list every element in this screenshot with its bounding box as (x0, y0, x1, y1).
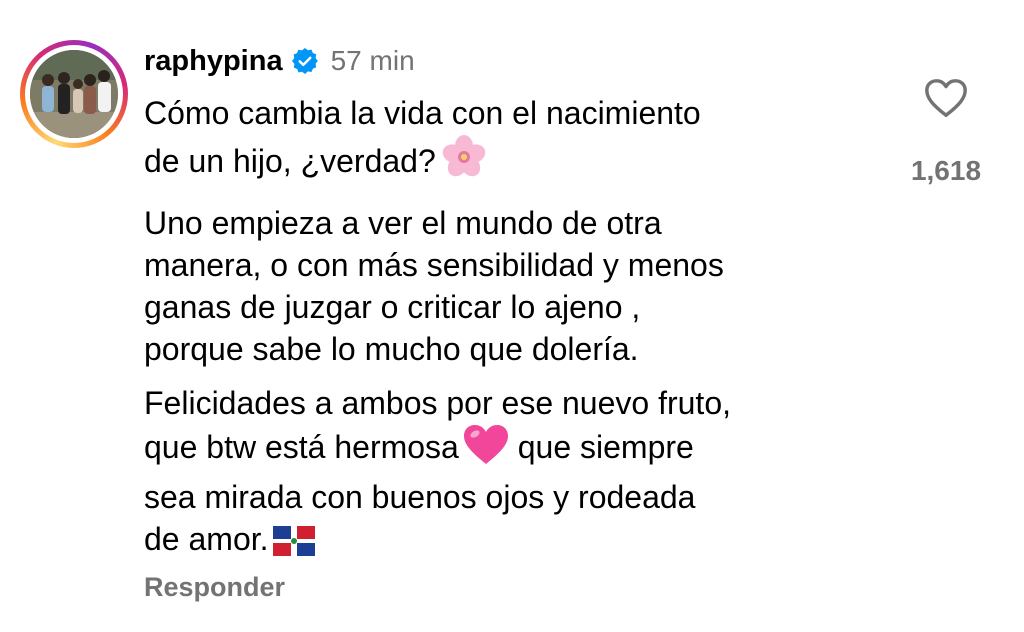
comment-paragraph: Felicidades a ambos por ese nuevo fruto,… (144, 382, 884, 568)
comment-header: raphypina 57 min (144, 40, 415, 82)
dominican-flag-icon (272, 524, 315, 568)
reply-button[interactable]: Responder (144, 572, 285, 603)
comment-paragraph: Uno empieza a ver el mundo de otra maner… (144, 202, 884, 370)
comment-paragraph-text: Uno empieza a ver el mundo de otra maner… (144, 205, 724, 367)
comment-time: 57 min (330, 45, 415, 76)
cherry-blossom-icon (440, 134, 488, 190)
heart-icon[interactable] (923, 76, 969, 122)
like-count: 1,618 (910, 155, 982, 186)
username[interactable]: raphypina (144, 45, 283, 78)
avatar-photo (30, 50, 118, 138)
comment-item: raphypina 57 min Cómo cambia la vida con… (0, 0, 1024, 632)
comment-text: Cómo cambia la vida con el nacimiento de… (144, 92, 884, 580)
like-column: 1,618 (896, 76, 996, 187)
comment-paragraph-text: Cómo cambia la vida con el nacimiento de… (144, 95, 701, 179)
pink-heart-icon (463, 424, 509, 476)
comment-paragraph: Cómo cambia la vida con el nacimiento de… (144, 92, 884, 190)
verified-badge-icon (291, 47, 319, 75)
avatar[interactable] (20, 40, 128, 148)
